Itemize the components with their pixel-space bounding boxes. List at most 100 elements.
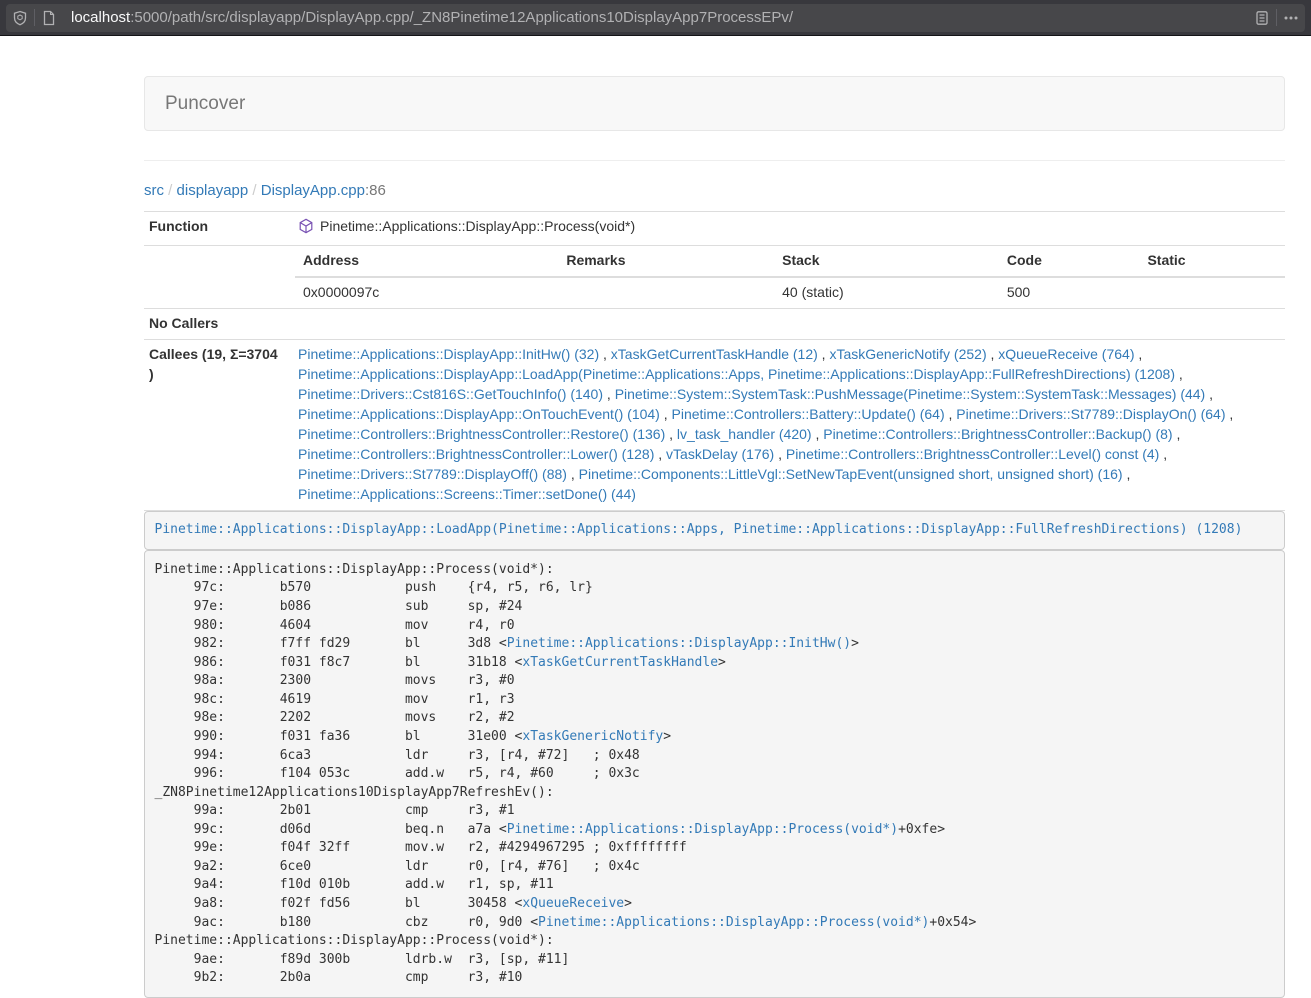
callee-link[interactable]: Pinetime::Controllers::BrightnessControl… <box>786 446 1159 462</box>
callee-separator: , <box>567 466 579 482</box>
assembly-text: 9a2: 6ce0 ldr r0, [r4, #76] ; 0x4c <box>155 859 640 874</box>
callee-separator: , <box>818 346 830 362</box>
url-host: localhost <box>71 9 130 26</box>
assembly-text: 97c: b570 push {r4, r5, r6, lr} <box>155 580 593 595</box>
callee-link[interactable]: Pinetime::Controllers::BrightnessControl… <box>298 446 654 462</box>
highlighted-symbol-link[interactable]: Pinetime::Applications::DisplayApp::Load… <box>155 522 1243 537</box>
package-cube-icon <box>298 218 314 240</box>
no-callers-row: No Callers <box>144 308 1285 339</box>
assembly-symbol-link[interactable]: xQueueReceive <box>522 896 624 911</box>
divider <box>144 160 1285 161</box>
callee-link[interactable]: Pinetime::Applications::DisplayApp::Load… <box>298 366 1175 382</box>
assembly-symbol-link[interactable]: Pinetime::Applications::DisplayApp::Proc… <box>538 915 929 930</box>
function-row: Function Pinetime::Applications::Display… <box>144 212 1285 246</box>
breadcrumb-separator: / <box>164 182 177 199</box>
callee-link[interactable]: lv_task_handler (420) <box>677 426 812 442</box>
details-value-cell: 40 (static) <box>774 277 999 308</box>
reader-view-icon[interactable] <box>1248 4 1276 32</box>
assembly-text: 9a4: f10d 010b add.w r1, sp, #11 <box>155 877 554 892</box>
function-name: Pinetime::Applications::DisplayApp::Proc… <box>320 218 635 234</box>
callee-separator: , <box>812 426 824 442</box>
callee-separator: , <box>1159 446 1167 462</box>
callee-link[interactable]: Pinetime::Controllers::BrightnessControl… <box>823 426 1172 442</box>
callees-row: Callees (19, Σ=3704 ) Pinetime::Applicat… <box>144 339 1285 510</box>
assembly-text: > <box>663 729 671 744</box>
assembly-text: 982: f7ff fd29 bl 3d8 < <box>155 636 507 651</box>
assembly-symbol-link[interactable]: xTaskGetCurrentTaskHandle <box>522 655 718 670</box>
assembly-symbol-link[interactable]: Pinetime::Applications::DisplayApp::Proc… <box>507 822 898 837</box>
function-table: Function Pinetime::Applications::Display… <box>144 211 1285 511</box>
shield-icon[interactable] <box>6 4 34 32</box>
url-input[interactable]: localhost:5000/path/src/displayapp/Displ… <box>71 9 1248 26</box>
address-bar[interactable]: localhost:5000/path/src/displayapp/Displ… <box>6 4 1305 32</box>
callee-separator: , <box>1173 426 1181 442</box>
assembly-text: 980: 4604 mov r4, r0 <box>155 618 515 633</box>
assembly-text: 99e: f04f 32ff mov.w r2, #4294967295 ; 0… <box>155 840 687 855</box>
callee-separator: , <box>1123 466 1131 482</box>
assembly-text: 98c: 4619 mov r1, r3 <box>155 692 515 707</box>
app-header: Puncover <box>144 76 1285 131</box>
browser-toolbar: localhost:5000/path/src/displayapp/Displ… <box>0 0 1311 36</box>
callee-link[interactable]: Pinetime::Components::LittleVgl::SetNewT… <box>579 466 1123 482</box>
callee-link[interactable]: vTaskDelay (176) <box>666 446 774 462</box>
callee-separator: , <box>987 346 999 362</box>
callee-separator: , <box>1134 346 1142 362</box>
details-header-row: AddressRemarksStackCodeStatic <box>295 246 1285 277</box>
callee-separator: , <box>1175 366 1183 382</box>
url-path: :5000/path/src/displayapp/DisplayApp.cpp… <box>130 9 793 26</box>
assembly-text: > <box>624 896 632 911</box>
assembly-text: > <box>718 655 726 670</box>
callee-link[interactable]: Pinetime::Applications::DisplayApp::OnTo… <box>298 406 660 422</box>
callee-separator: , <box>774 446 786 462</box>
assembly-text: _ZN8Pinetime12Applications10DisplayApp7R… <box>155 785 554 800</box>
callee-link[interactable]: xQueueReceive (764) <box>998 346 1134 362</box>
details-value-cell: 0x0000097c <box>295 277 558 308</box>
highlighted-symbol-panel: Pinetime::Applications::DisplayApp::Load… <box>144 511 1285 551</box>
assembly-symbol-link[interactable]: xTaskGenericNotify <box>522 729 663 744</box>
assembly-text: 97e: b086 sub sp, #24 <box>155 599 523 614</box>
no-callers-label: No Callers <box>144 308 290 339</box>
assembly-text: 98e: 2202 movs r2, #2 <box>155 710 515 725</box>
details-value-cell: 500 <box>999 277 1140 308</box>
breadcrumb-separator: / <box>248 182 261 199</box>
callee-link[interactable]: xTaskGetCurrentTaskHandle (12) <box>611 346 818 362</box>
breadcrumb-line-number: :86 <box>365 182 386 199</box>
assembly-text: 99a: 2b01 cmp r3, #1 <box>155 803 515 818</box>
assembly-text: 996: f104 053c add.w r5, r4, #60 ; 0x3c <box>155 766 640 781</box>
callee-link[interactable]: Pinetime::Controllers::Battery::Update()… <box>672 406 945 422</box>
callee-separator: , <box>603 386 615 402</box>
callee-link[interactable]: Pinetime::Controllers::BrightnessControl… <box>298 426 665 442</box>
page-info-icon[interactable] <box>35 4 63 32</box>
page-actions-icon[interactable] <box>1277 4 1305 32</box>
details-column-header: Code <box>999 246 1140 277</box>
details-column-header: Static <box>1139 246 1285 277</box>
callee-link[interactable]: Pinetime::Drivers::St7789::DisplayOff() … <box>298 466 567 482</box>
callee-link[interactable]: Pinetime::Drivers::St7789::DisplayOn() (… <box>956 406 1225 422</box>
details-value-cell <box>1139 277 1285 308</box>
callee-separator: , <box>945 406 957 422</box>
function-name-cell: Pinetime::Applications::DisplayApp::Proc… <box>290 212 1285 246</box>
assembly-text: Pinetime::Applications::DisplayApp::Proc… <box>155 933 554 948</box>
assembly-text: Pinetime::Applications::DisplayApp::Proc… <box>155 562 554 577</box>
assembly-symbol-link[interactable]: Pinetime::Applications::DisplayApp::Init… <box>507 636 851 651</box>
breadcrumb-link[interactable]: DisplayApp.cpp <box>261 182 365 199</box>
callee-link[interactable]: Pinetime::Drivers::Cst816S::GetTouchInfo… <box>298 386 603 402</box>
symbol-details-row: AddressRemarksStackCodeStatic 0x0000097c… <box>144 245 1285 308</box>
breadcrumb-link[interactable]: src <box>144 182 164 199</box>
assembly-text: 9a8: f02f fd56 bl 30458 < <box>155 896 523 911</box>
callees-list: Pinetime::Applications::DisplayApp::Init… <box>290 339 1285 510</box>
callee-separator: , <box>660 406 672 422</box>
breadcrumb-link[interactable]: displayapp <box>177 182 249 199</box>
assembly-text: +0xfe> <box>898 822 945 837</box>
callees-label: Callees (19, Σ=3704 ) <box>144 339 290 510</box>
assembly-text: 986: f031 f8c7 bl 31b18 < <box>155 655 523 670</box>
callee-link[interactable]: Pinetime::System::SystemTask::PushMessag… <box>615 386 1206 402</box>
function-label: Function <box>144 212 290 246</box>
callee-link[interactable]: Pinetime::Applications::DisplayApp::Init… <box>298 346 599 362</box>
app-title[interactable]: Puncover <box>145 93 245 115</box>
assembly-text: 9ac: b180 cbz r0, 9d0 < <box>155 915 539 930</box>
callee-link[interactable]: Pinetime::Applications::Screens::Timer::… <box>298 486 636 502</box>
callee-link[interactable]: xTaskGenericNotify (252) <box>829 346 986 362</box>
assembly-text: 99c: d06d beq.n a7a < <box>155 822 507 837</box>
breadcrumb: src / displayapp / DisplayApp.cpp:86 <box>144 182 1285 199</box>
